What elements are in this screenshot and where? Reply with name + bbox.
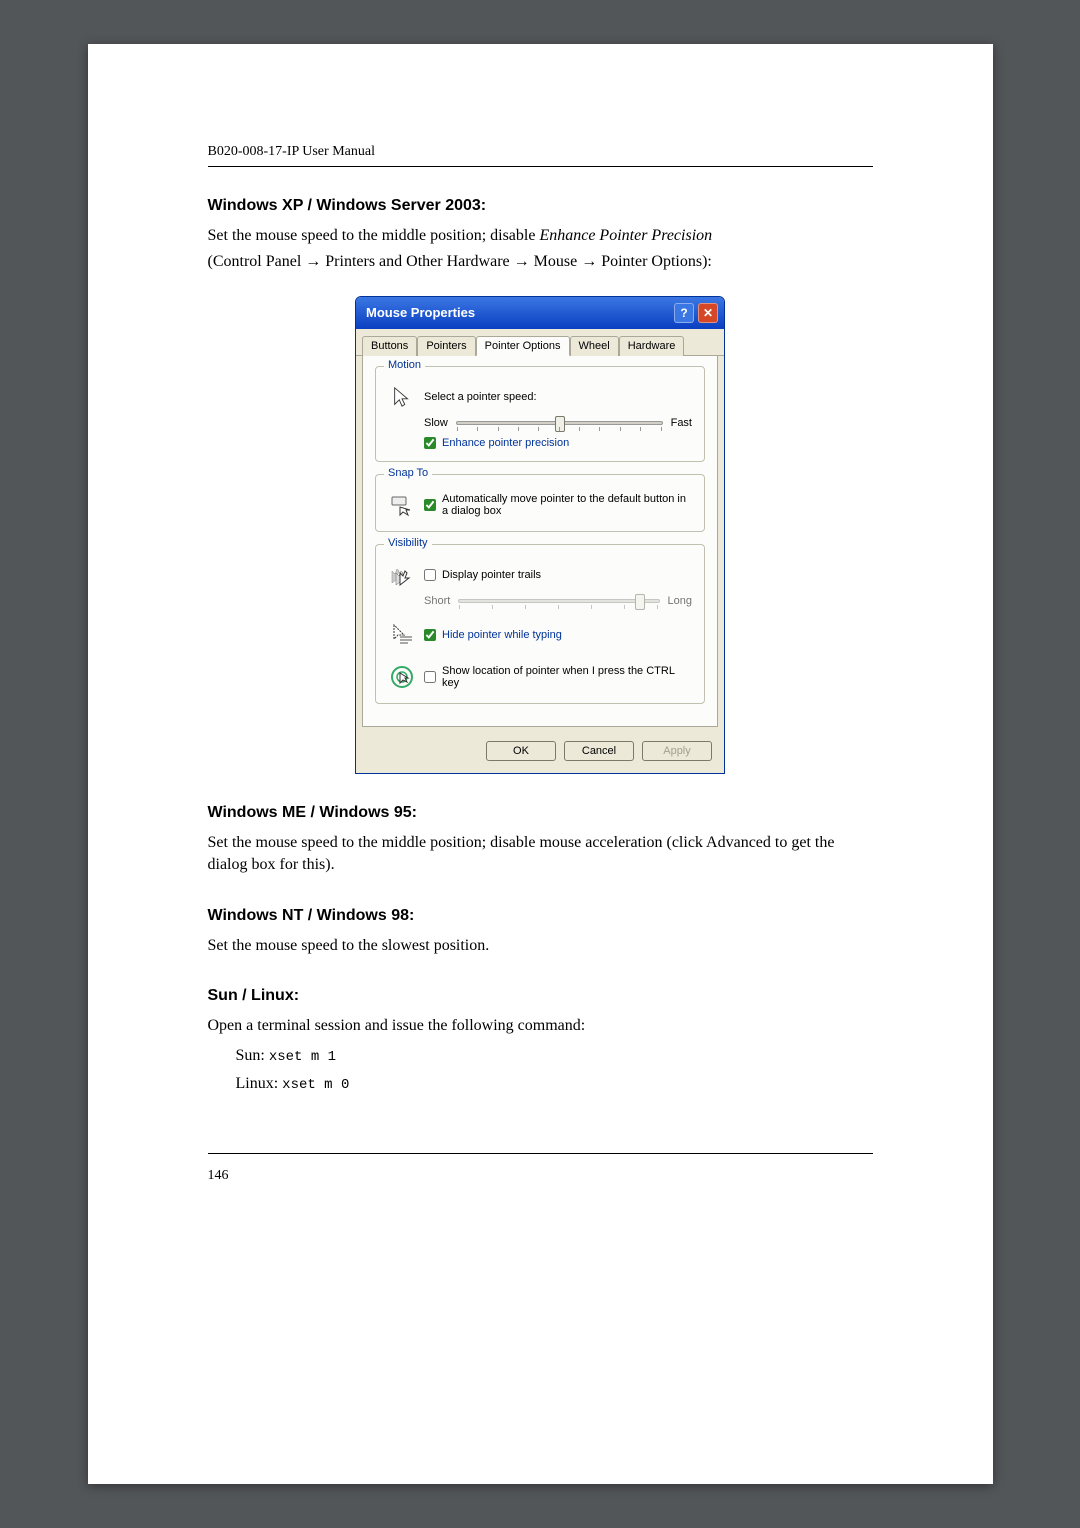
screenshot-container: Mouse Properties ? ✕ Buttons Pointers Po…: [208, 296, 873, 774]
apply-button: Apply: [642, 741, 712, 761]
paragraph: (Control Panel → Printers and Other Hard…: [208, 251, 873, 273]
titlebar-buttons: ? ✕: [674, 303, 718, 323]
checkbox-input[interactable]: [424, 569, 436, 581]
show-location-checkbox[interactable]: Show location of pointer when I press th…: [424, 665, 692, 689]
linux-prefix: Linux:: [236, 1075, 283, 1092]
document-page: B020-008-17-IP User Manual Windows XP / …: [88, 44, 993, 1484]
group-title: Snap To: [384, 467, 432, 479]
tab-buttons[interactable]: Buttons: [362, 336, 417, 356]
cancel-button[interactable]: Cancel: [564, 741, 634, 761]
sun-command: xset m 1: [269, 1049, 336, 1065]
help-icon[interactable]: ?: [674, 303, 694, 323]
checkbox-label: Show location of pointer when I press th…: [442, 665, 692, 689]
tab-wheel[interactable]: Wheel: [570, 336, 619, 356]
command-line: Linux: xset m 0: [236, 1075, 873, 1093]
tab-strip: Buttons Pointers Pointer Options Wheel H…: [356, 329, 724, 356]
heading-me95: Windows ME / Windows 95:: [208, 804, 873, 822]
trails-length-slider: Short Long: [424, 595, 692, 607]
paragraph: Set the mouse speed to the middle positi…: [208, 225, 873, 247]
page-footer: 146: [208, 1153, 873, 1184]
checkbox-label: Hide pointer while typing: [442, 629, 562, 641]
cursor-icon: [388, 383, 416, 411]
tab-pointer-options[interactable]: Pointer Options: [476, 336, 570, 356]
command-line: Sun: xset m 1: [236, 1047, 873, 1065]
paragraph: Set the mouse speed to the middle positi…: [208, 832, 873, 877]
pointer-speed-slider[interactable]: Slow Fast: [424, 417, 692, 429]
label: Select a pointer speed:: [424, 391, 537, 403]
italic-text: Enhance Pointer Precision: [539, 227, 712, 244]
tab-pointers[interactable]: Pointers: [417, 336, 475, 356]
snapto-checkbox[interactable]: Automatically move pointer to the defaul…: [424, 493, 692, 517]
sun-prefix: Sun:: [236, 1047, 269, 1064]
page-number: 146: [208, 1168, 229, 1183]
hide-typing-checkbox[interactable]: Hide pointer while typing: [424, 629, 562, 641]
mouse-properties-dialog: Mouse Properties ? ✕ Buttons Pointers Po…: [355, 296, 725, 774]
dialog-button-row: OK Cancel Apply: [356, 733, 724, 773]
trails-checkbox[interactable]: Display pointer trails: [424, 569, 541, 581]
paragraph: Open a terminal session and issue the fo…: [208, 1015, 873, 1037]
checkbox-label: Display pointer trails: [442, 569, 541, 581]
checkbox-input[interactable]: [424, 437, 436, 449]
hide-icon: [388, 621, 416, 649]
group-title: Visibility: [384, 537, 432, 549]
long-label: Long: [668, 595, 692, 607]
page-header: B020-008-17-IP User Manual: [208, 144, 873, 167]
dialog-titlebar: Mouse Properties ? ✕: [356, 297, 724, 329]
linux-command: xset m 0: [282, 1077, 349, 1093]
checkbox-input[interactable]: [424, 629, 436, 641]
checkbox-label: Automatically move pointer to the defaul…: [442, 493, 692, 517]
group-snapto: Snap To Automatically move pointer to th…: [375, 474, 705, 532]
fast-label: Fast: [671, 417, 692, 429]
short-label: Short: [424, 595, 450, 607]
dialog-title: Mouse Properties: [366, 305, 475, 320]
group-title: Motion: [384, 359, 425, 371]
heading-nt98: Windows NT / Windows 98:: [208, 907, 873, 925]
close-icon[interactable]: ✕: [698, 303, 718, 323]
ok-button[interactable]: OK: [486, 741, 556, 761]
group-motion: Motion Select a pointer speed: Slow: [375, 366, 705, 462]
snapto-icon: [388, 491, 416, 519]
checkbox-input[interactable]: [424, 671, 436, 683]
enhance-precision-checkbox[interactable]: Enhance pointer precision: [424, 437, 692, 449]
dialog-body: Motion Select a pointer speed: Slow: [362, 356, 718, 727]
group-visibility: Visibility Display pointer trails Short: [375, 544, 705, 704]
text: Set the mouse speed to the middle positi…: [208, 227, 540, 244]
heading-xp: Windows XP / Windows Server 2003:: [208, 197, 873, 215]
tab-hardware[interactable]: Hardware: [619, 336, 685, 356]
checkbox-input[interactable]: [424, 499, 436, 511]
slow-label: Slow: [424, 417, 448, 429]
locate-icon: [388, 663, 416, 691]
paragraph: Set the mouse speed to the slowest posit…: [208, 935, 873, 957]
trails-icon: [388, 561, 416, 589]
heading-sunlinux: Sun / Linux:: [208, 987, 873, 1005]
checkbox-label: Enhance pointer precision: [442, 437, 569, 449]
